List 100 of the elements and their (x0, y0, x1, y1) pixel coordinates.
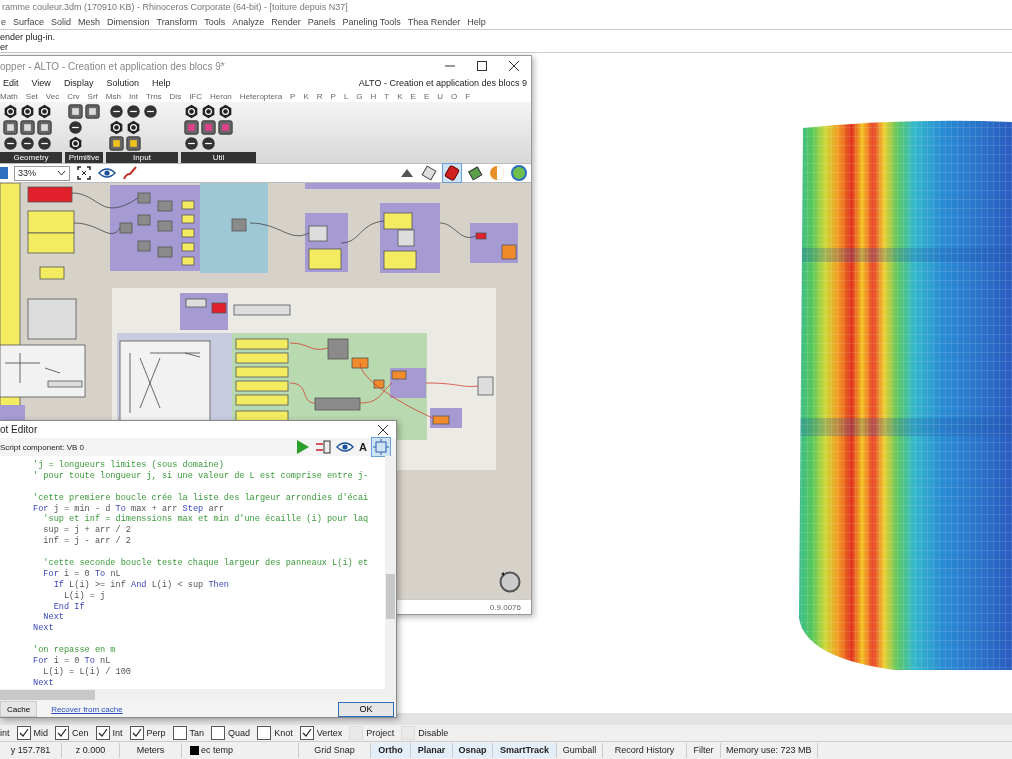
color-wheel-icon[interactable] (511, 165, 527, 181)
osnap-label[interactable]: Knot (274, 728, 293, 738)
component-tab[interactable]: Trns (145, 91, 162, 101)
component-tab[interactable]: H (370, 91, 377, 101)
maximize-icon[interactable] (477, 61, 487, 71)
menu-item[interactable]: Edit (3, 78, 19, 88)
menu-item[interactable]: Mesh (78, 16, 101, 27)
component-icon[interactable] (68, 136, 83, 151)
component-icon[interactable] (3, 136, 18, 151)
component-icon[interactable] (37, 136, 52, 151)
component-icon[interactable] (201, 136, 216, 151)
menu-item[interactable]: Thea Render (407, 16, 461, 27)
panel-node[interactable] (181, 200, 195, 210)
osnap-checkbox[interactable] (16, 726, 31, 740)
component-icon[interactable] (20, 104, 35, 119)
osnap-label[interactable]: Quad (228, 728, 251, 738)
panel-node[interactable] (27, 232, 75, 254)
recover-link[interactable]: Recover from cache (51, 704, 123, 714)
osnap-checkbox[interactable] (172, 726, 187, 740)
slider-node[interactable] (477, 376, 494, 396)
component-node[interactable] (211, 302, 227, 314)
component-icon[interactable] (20, 136, 35, 151)
sketch-image[interactable] (119, 340, 211, 422)
status-pane[interactable]: SmartTrack (493, 743, 557, 758)
osnap-label[interactable]: Int (112, 728, 123, 738)
component-node[interactable] (391, 370, 407, 380)
component-icon[interactable] (68, 120, 83, 135)
component-node[interactable] (137, 214, 151, 226)
panel-node[interactable] (27, 210, 75, 234)
component-tab[interactable]: Math (0, 91, 18, 101)
zoom-dropdown[interactable]: 33% (14, 165, 70, 181)
slider-node[interactable] (397, 229, 415, 247)
eye-icon[interactable] (336, 441, 355, 453)
component-node[interactable] (157, 200, 173, 212)
panel-node[interactable] (383, 250, 417, 270)
component-node[interactable] (137, 240, 151, 252)
osnap-label[interactable]: Perp (146, 728, 166, 738)
menu-item[interactable]: Transform (156, 16, 198, 27)
component-node[interactable] (231, 218, 247, 232)
component-icon[interactable] (109, 120, 124, 135)
slider-node[interactable] (27, 298, 77, 340)
component-icon[interactable] (143, 104, 158, 119)
play-icon[interactable] (296, 439, 311, 455)
component-node[interactable] (373, 379, 385, 389)
status-pane[interactable]: Ortho (371, 743, 411, 758)
component-icon[interactable] (37, 104, 52, 119)
slider-node[interactable] (47, 380, 83, 388)
status-pane[interactable]: Record History (603, 743, 687, 758)
component-icon[interactable] (109, 104, 124, 119)
menu-item[interactable]: Solution (106, 78, 139, 88)
osnap-label[interactable]: Tan (189, 728, 205, 738)
component-tab[interactable]: IFC (189, 91, 203, 101)
menu-item[interactable]: Panels (307, 16, 336, 27)
panel-node[interactable] (181, 242, 195, 252)
slider-node[interactable] (185, 298, 207, 308)
swap-icon[interactable] (315, 439, 332, 455)
panel-node[interactable] (235, 394, 289, 406)
component-node[interactable] (119, 222, 133, 234)
panel-node[interactable] (39, 266, 65, 280)
panel-node[interactable] (235, 338, 289, 350)
component-tab[interactable]: E (423, 91, 430, 101)
osnap-label[interactable]: Vertex (316, 728, 343, 738)
shaded-preview-icon[interactable] (443, 164, 461, 182)
scrollbar-thumb[interactable] (386, 574, 395, 619)
osnap-checkbox[interactable] (211, 726, 226, 740)
brush-icon[interactable] (122, 165, 138, 181)
component-node[interactable] (157, 246, 173, 258)
menu-item[interactable]: Help (467, 16, 486, 27)
status-pane[interactable]: Planar (411, 743, 453, 758)
component-tab[interactable]: Dis (169, 91, 182, 101)
sphere-icon[interactable] (489, 165, 505, 181)
component-node[interactable] (27, 186, 73, 203)
panel-node[interactable] (235, 352, 289, 364)
osnap-label[interactable]: Project (366, 728, 395, 738)
ribbon-group-label[interactable]: Primitive (65, 152, 103, 163)
component-icon[interactable] (126, 104, 141, 119)
menu-item[interactable]: Solid (51, 16, 72, 27)
slider-node[interactable] (308, 225, 328, 242)
sketch-image[interactable] (0, 344, 86, 398)
menu-item[interactable]: e (1, 16, 6, 27)
navigation-wheel-icon[interactable] (499, 571, 521, 593)
osnap-checkbox[interactable] (299, 726, 314, 740)
component-tab[interactable]: Srf (87, 91, 98, 101)
component-icon[interactable] (184, 104, 199, 119)
component-icon[interactable] (184, 136, 199, 151)
component-tab[interactable]: P (290, 91, 296, 101)
osnap-checkbox[interactable] (129, 726, 144, 740)
panel-node[interactable] (181, 214, 195, 224)
component-tab[interactable]: F (465, 91, 471, 101)
status-pane[interactable]: Filter (687, 743, 721, 758)
component-tab[interactable]: Heteroptera (239, 91, 283, 101)
component-node[interactable] (351, 357, 369, 369)
menu-item[interactable]: Dimension (107, 16, 150, 27)
component-icon[interactable] (3, 104, 18, 119)
ok-button[interactable]: OK (338, 701, 394, 717)
ribbon-group-label[interactable]: Geometry (0, 152, 62, 163)
cache-button[interactable]: Cache (0, 701, 38, 717)
osnap-label[interactable]: Disable (418, 728, 449, 738)
menu-item[interactable]: Help (151, 78, 171, 88)
component-tab[interactable]: Int (128, 91, 138, 101)
